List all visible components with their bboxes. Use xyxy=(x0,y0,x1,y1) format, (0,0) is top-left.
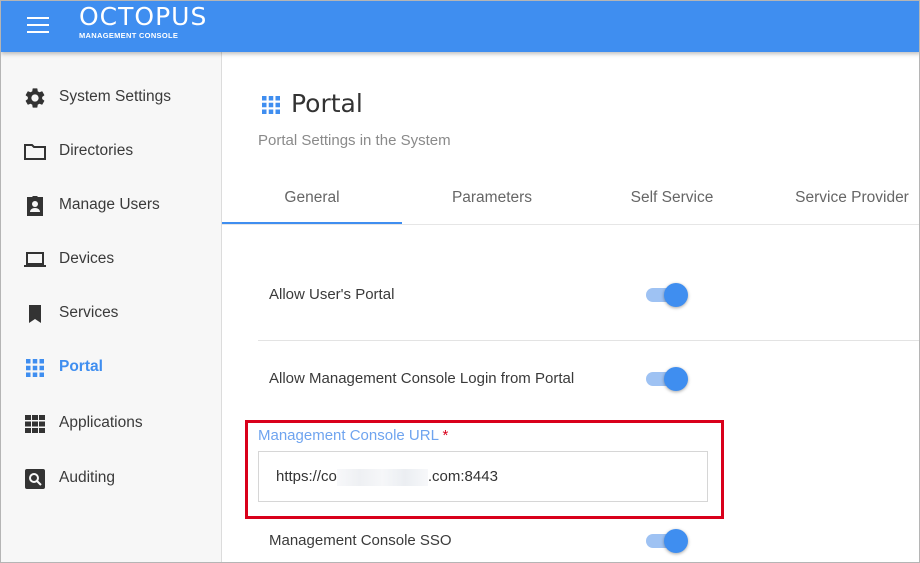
folder-icon xyxy=(24,144,46,160)
sidebar-item-label: System Settings xyxy=(59,88,171,105)
tab-general[interactable]: General xyxy=(222,189,402,207)
console-url-label: Management Console URL * xyxy=(258,427,448,444)
tab-bar: General Parameters Self Service Service … xyxy=(222,177,919,224)
app-window: OCTOPUS MANAGEMENT CONSOLE System Settin… xyxy=(0,0,920,563)
tab-parameters[interactable]: Parameters xyxy=(402,189,582,207)
setting-divider xyxy=(258,340,919,341)
sidebar-item-label: Devices xyxy=(59,250,115,267)
sidebar-item-auditing[interactable]: Auditing xyxy=(1,458,221,498)
main-content: Portal Portal Settings in the System Gen… xyxy=(222,52,919,562)
grid-dots-icon xyxy=(26,359,44,377)
sidebar-item-label: Directories xyxy=(59,142,134,159)
page-subtitle: Portal Settings in the System xyxy=(258,132,451,149)
logo-subtitle: MANAGEMENT CONSOLE xyxy=(79,31,179,40)
required-marker: * xyxy=(442,427,449,444)
hamburger-menu-icon[interactable] xyxy=(27,17,49,35)
console-sso-toggle[interactable] xyxy=(646,527,688,553)
sidebar-item-label: Services xyxy=(59,304,119,321)
tab-self-service[interactable]: Self Service xyxy=(582,189,762,207)
top-app-bar: OCTOPUS MANAGEMENT CONSOLE xyxy=(1,1,919,52)
sidebar-item-directories[interactable]: Directories xyxy=(1,131,221,171)
tab-service-provider[interactable]: Service Provider xyxy=(762,189,919,207)
toggle-thumb xyxy=(664,529,688,553)
console-url-value[interactable]: https://co .com:8443 xyxy=(276,468,498,486)
url-value-prefix: https://co xyxy=(276,468,337,485)
sidebar-item-label: Auditing xyxy=(59,469,116,486)
sidebar-item-services[interactable]: Services xyxy=(1,293,221,333)
logo[interactable]: OCTOPUS MANAGEMENT CONSOLE xyxy=(79,2,208,41)
allow-users-portal-toggle[interactable] xyxy=(646,281,688,307)
sidebar-item-system-settings[interactable]: System Settings xyxy=(1,77,221,117)
toggle-thumb xyxy=(664,283,688,307)
sidebar-item-label: Portal xyxy=(59,358,103,375)
sidebar-item-label: Applications xyxy=(59,414,143,431)
setting-label-console-sso: Management Console SSO xyxy=(269,532,452,549)
sidebar-item-applications[interactable]: Applications xyxy=(1,403,221,443)
console-url-label-text: Management Console URL xyxy=(258,427,439,444)
sidebar-item-devices[interactable]: Devices xyxy=(1,239,221,279)
laptop-icon xyxy=(24,252,46,267)
logo-title: OCTOPUS xyxy=(79,2,208,31)
redacted-blur xyxy=(336,468,428,486)
allow-console-login-toggle[interactable] xyxy=(646,365,688,391)
toggle-thumb xyxy=(664,367,688,391)
tabs-divider xyxy=(222,224,919,225)
sidebar-item-manage-users[interactable]: Manage Users xyxy=(1,185,221,225)
sidebar: System Settings Directories Manage Users… xyxy=(1,52,222,562)
url-value-suffix: .com:8443 xyxy=(427,468,498,485)
apps-grid-icon xyxy=(25,415,45,433)
grid-dots-icon xyxy=(262,96,280,114)
setting-label-allow-console-login: Allow Management Console Login from Port… xyxy=(269,370,575,387)
gear-icon xyxy=(25,88,45,108)
setting-label-allow-users-portal: Allow User's Portal xyxy=(269,286,395,303)
search-box-icon xyxy=(25,469,45,489)
bookmark-icon xyxy=(29,305,41,323)
sidebar-item-portal[interactable]: Portal xyxy=(1,347,221,387)
user-badge-icon xyxy=(27,196,43,216)
sidebar-item-label: Manage Users xyxy=(59,196,160,213)
page-title: Portal xyxy=(291,89,363,118)
